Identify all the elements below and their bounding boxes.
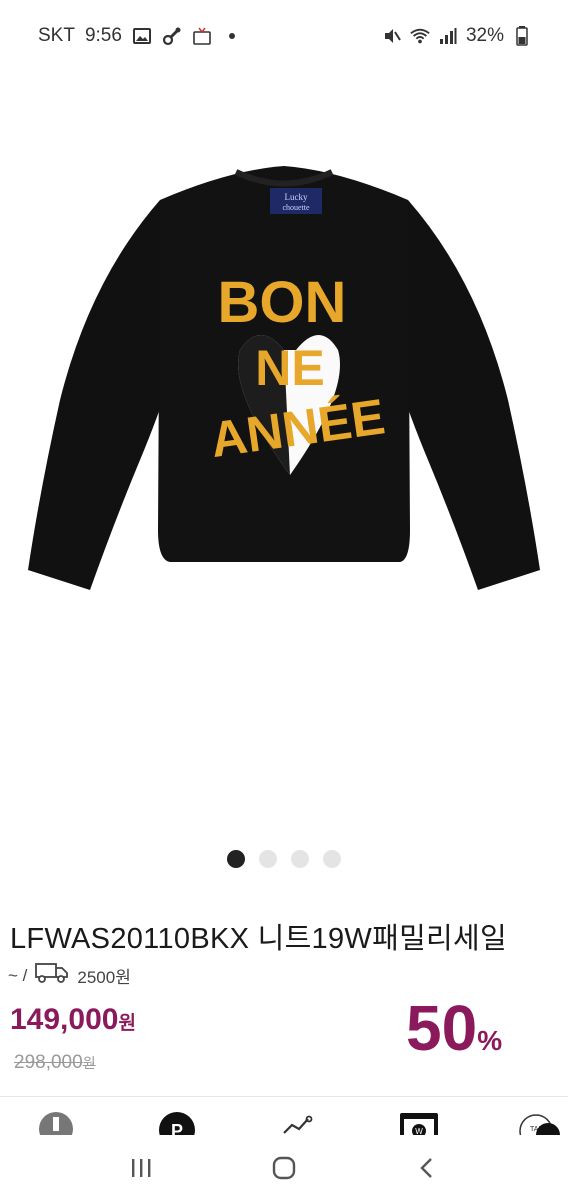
carousel-dot-3[interactable] [291,850,309,868]
back-chevron-icon [419,1157,432,1178]
original-price-value: 298,000 [14,1052,83,1073]
pacifier-icon [162,26,182,46]
battery-icon [512,26,532,46]
product-image[interactable]: Lucky chouette BON NE ANNÉE [0,100,568,830]
carousel-dots [0,850,568,868]
home-icon[interactable] [38,1111,74,1135]
status-left: SKT 9:56 [38,25,242,47]
clock: 9:56 [84,25,122,46]
dot-icon [222,26,242,46]
shipping-prefix: ~ / [8,965,28,985]
brand-label-line1: Lucky [285,192,308,202]
carrier: SKT [38,25,75,46]
back-button[interactable] [397,1143,457,1193]
recent-apps-icon [132,1158,151,1177]
truck-icon [35,962,69,989]
shipping-row: ~ / 2500원 [8,962,131,989]
sale-price-unit: 원 [118,1013,136,1034]
wifi-icon [410,26,430,46]
svg-text:P: P [171,1121,183,1135]
status-right: 32% [382,25,532,47]
action-bar: P W TALK [0,1097,568,1135]
original-price: 298,000원 [14,1052,96,1074]
shipping-fee: 2500원 [77,968,131,987]
home-circle-icon [272,1156,296,1179]
carousel-dot-2[interactable] [259,850,277,868]
graphic-text-line2: NE [255,340,324,396]
signal-icon [438,26,458,46]
tv-icon [192,26,212,46]
original-price-unit: 원 [82,1055,96,1071]
svg-text:W: W [415,1127,423,1135]
discount-rate: 50% [406,996,502,1060]
mute-icon [382,26,402,46]
sale-price: 149,000원 [10,1003,136,1037]
wallet-icon[interactable]: W [398,1111,440,1135]
graphic-text-line1: BON [218,270,347,335]
home-button[interactable] [254,1143,314,1193]
gallery-icon [132,26,152,46]
brand-label-line2: chouette [282,203,310,212]
discount-value: 50 [406,992,478,1064]
battery-percent: 32% [465,25,504,46]
sale-price-value: 149,000 [10,1003,119,1036]
product-title: LFWAS20110BKX 니트19W패밀리세일 [10,923,507,955]
carousel-dot-4[interactable] [323,850,341,868]
status-bar: SKT 9:56 32% [0,0,568,72]
talk-icon[interactable]: TALK [518,1111,562,1135]
discount-unit: % [477,1025,503,1056]
trend-icon[interactable] [282,1115,314,1135]
sweater-illustration: Lucky chouette BON NE ANNÉE [28,166,540,590]
point-icon[interactable]: P [158,1111,196,1135]
navigation-bar [0,1135,568,1200]
recent-apps-button[interactable] [111,1143,171,1193]
carousel-dot-1[interactable] [227,850,245,868]
